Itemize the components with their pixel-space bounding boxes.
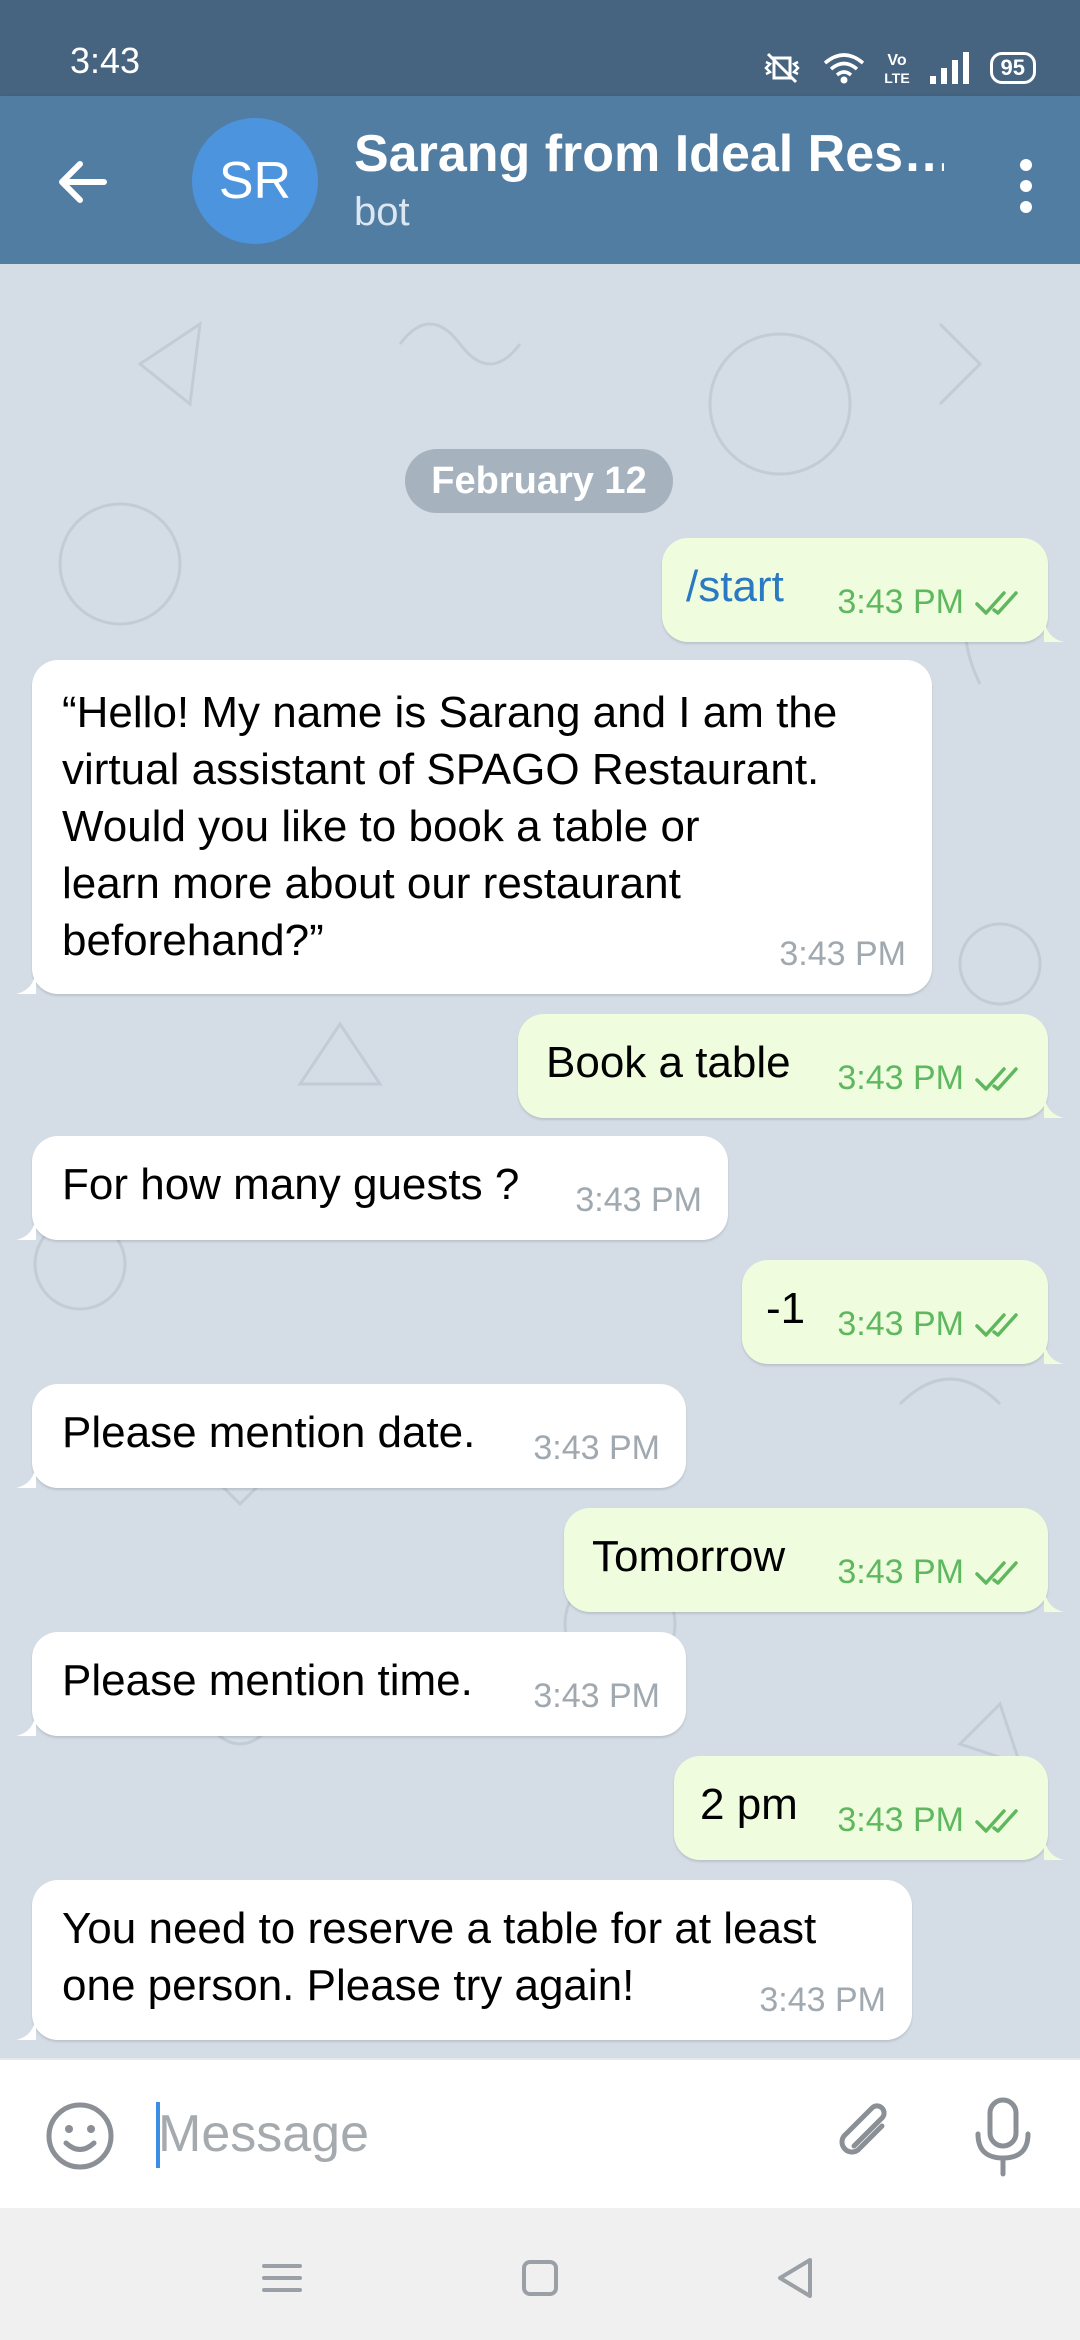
message-meta: 3:43 PM: [533, 1677, 660, 1716]
outgoing-message[interactable]: -1 3:43 PM: [742, 1260, 1064, 1364]
status-bar: 3:43 Vo LTE 95: [0, 0, 1080, 96]
message-text: “Hello! My name is Sarang and I am the v…: [62, 688, 838, 965]
svg-text:LTE: LTE: [884, 70, 909, 86]
message-meta: 3:43 PM: [837, 1553, 1026, 1592]
microphone-icon: [975, 2097, 1031, 2177]
chat-header: SR Sarang from Ideal Res… bot: [0, 96, 1080, 264]
more-options-button[interactable]: [996, 146, 1056, 226]
message-composer: [0, 2058, 1080, 2210]
incoming-message[interactable]: You need to reserve a table for at least…: [16, 1880, 912, 2040]
message-meta: 3:43 PM: [837, 1305, 1026, 1344]
message-time: 3:43 PM: [533, 1677, 660, 1715]
incoming-message[interactable]: Please mention date. 3:43 PM: [16, 1384, 686, 1488]
recents-button[interactable]: [252, 2248, 312, 2308]
message-time: 3:43 PM: [533, 1429, 660, 1467]
message-time: 3:43 PM: [837, 1059, 964, 1097]
outgoing-message[interactable]: /start 3:43 PM: [662, 538, 1064, 642]
back-nav-button[interactable]: [766, 2248, 826, 2308]
message-text: -1: [766, 1284, 806, 1333]
more-vertical-icon: [1020, 159, 1032, 171]
message-meta: 3:43 PM: [837, 1801, 1026, 1840]
system-navigation-bar: [0, 2208, 1080, 2340]
double-check-icon: [975, 1066, 1018, 1091]
attach-button[interactable]: [826, 2096, 906, 2176]
message-time: 3:43 PM: [837, 1305, 964, 1343]
message-time: 3:43 PM: [837, 583, 964, 621]
message-time: 3:43 PM: [779, 935, 906, 973]
message-meta: 3:43 PM: [837, 1059, 1026, 1098]
home-button[interactable]: [510, 2248, 570, 2308]
message-meta: 3:43 PM: [837, 583, 1026, 622]
paperclip-icon: [839, 2103, 887, 2155]
message-input[interactable]: [158, 2094, 778, 2174]
svg-text:Vo: Vo: [887, 52, 906, 69]
back-button[interactable]: [46, 146, 118, 218]
message-time: 3:43 PM: [575, 1181, 702, 1219]
message-meta: 3:43 PM: [779, 935, 906, 974]
signal-icon: [929, 52, 969, 84]
outgoing-message[interactable]: Tomorrow 3:43 PM: [564, 1508, 1064, 1612]
message-meta: 3:43 PM: [759, 1981, 886, 2020]
message-text: Book a table: [546, 1038, 791, 1087]
message-time: 3:43 PM: [837, 1553, 964, 1591]
message-text: Please mention date.: [62, 1408, 476, 1457]
incoming-message[interactable]: Please mention time. 3:43 PM: [16, 1632, 686, 1736]
message-text: You need to reserve a table for at least…: [62, 1904, 817, 2010]
message-text: 2 pm: [700, 1780, 798, 1829]
double-check-icon: [975, 1808, 1018, 1833]
square-icon: [522, 2260, 558, 2296]
outgoing-message[interactable]: Book a table 3:43 PM: [518, 1014, 1064, 1118]
avatar[interactable]: SR: [192, 118, 318, 244]
date-separator: February 12: [405, 449, 673, 513]
arrow-left-icon: [59, 161, 107, 203]
message-time: 3:43 PM: [759, 1981, 886, 2019]
volte-icon: Vo LTE: [884, 52, 909, 86]
message-meta: 3:43 PM: [533, 1429, 660, 1468]
triangle-back-icon: [778, 2258, 812, 2298]
vibrate-off-icon: [763, 52, 800, 84]
double-check-icon: [975, 1312, 1018, 1337]
chat-title[interactable]: Sarang from Ideal Res…: [354, 124, 944, 184]
chat-area[interactable]: February 12 /start 3:43 PM “Hello! My na…: [0, 264, 1080, 2058]
double-check-icon: [975, 590, 1018, 615]
message-text: Please mention time.: [62, 1656, 473, 1705]
message-meta: 3:43 PM: [575, 1181, 702, 1220]
bot-command-link[interactable]: /start: [686, 558, 784, 615]
status-icons: Vo LTE 95: [760, 48, 1036, 88]
wifi-icon: [823, 53, 864, 84]
message-text: For how many guests ?: [62, 1160, 520, 1209]
battery-indicator: 95: [989, 52, 1036, 84]
message-time: 3:43 PM: [837, 1801, 964, 1839]
outgoing-message[interactable]: 2 pm 3:43 PM: [674, 1756, 1064, 1860]
emoji-icon: [46, 2102, 114, 2170]
emoji-button[interactable]: [44, 2100, 116, 2172]
double-check-icon: [975, 1560, 1018, 1585]
status-time: 3:43: [70, 40, 141, 81]
message-text: Tomorrow: [592, 1532, 786, 1581]
incoming-message[interactable]: For how many guests ? 3:43 PM: [16, 1136, 728, 1240]
incoming-message[interactable]: “Hello! My name is Sarang and I am the v…: [16, 660, 932, 994]
chat-subtitle: bot: [354, 190, 410, 234]
menu-lines-icon: [262, 2264, 302, 2292]
voice-message-button[interactable]: [966, 2094, 1040, 2180]
